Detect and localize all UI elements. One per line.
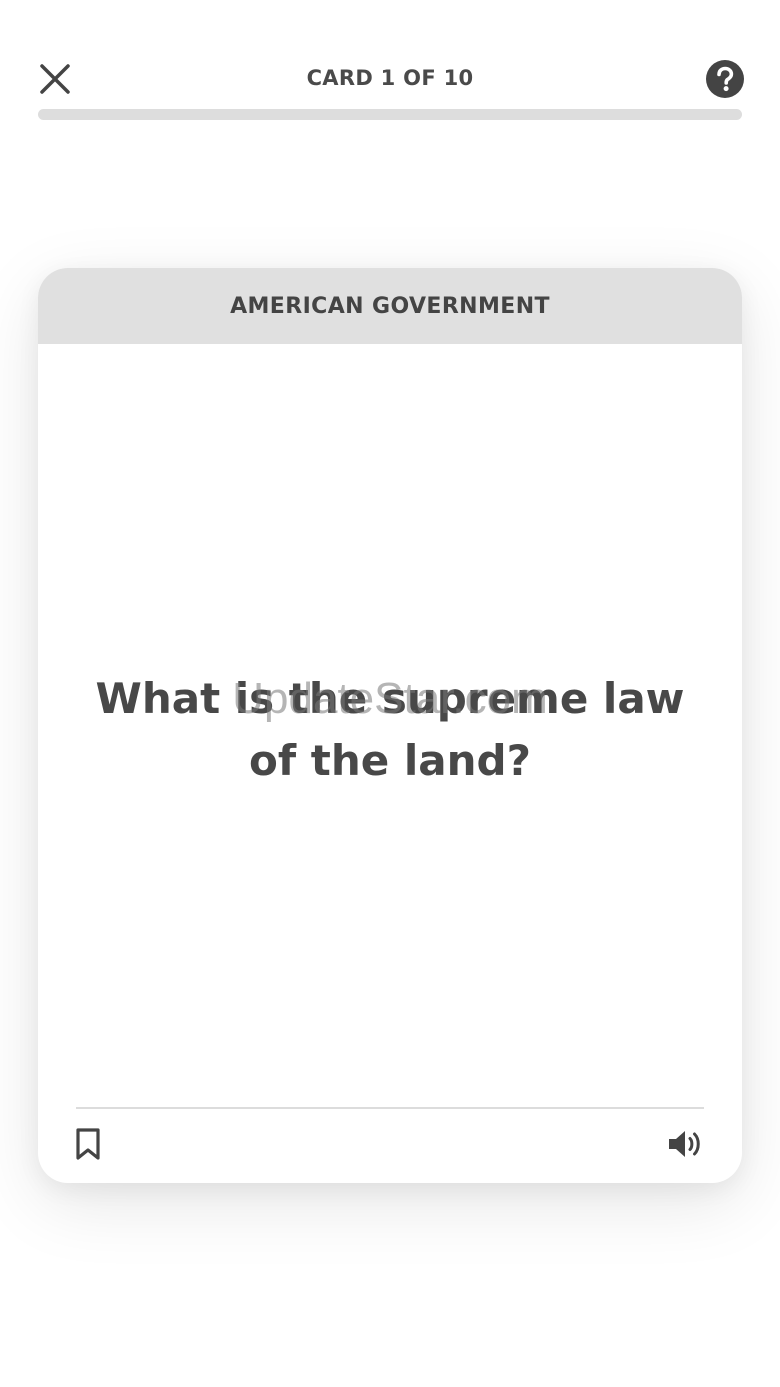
card-divider	[76, 1107, 704, 1109]
audio-button[interactable]	[664, 1124, 708, 1164]
help-circle-icon	[706, 60, 744, 98]
progress-bar	[38, 109, 742, 120]
speaker-icon	[669, 1131, 700, 1157]
card-counter: CARD 1 OF 10	[306, 66, 474, 90]
card-category: AMERICAN GOVERNMENT	[38, 268, 742, 344]
bookmark-icon	[76, 1128, 100, 1160]
flashcard[interactable]: AMERICAN GOVERNMENT What is the supreme …	[38, 268, 742, 1183]
card-question: What is the supreme law of the land?	[95, 674, 685, 785]
bookmark-button[interactable]	[68, 1124, 108, 1164]
flashcard-screen: CARD 1 OF 10 AMERICAN GOVERNMENT What is…	[0, 0, 780, 1387]
help-button[interactable]	[704, 58, 746, 100]
